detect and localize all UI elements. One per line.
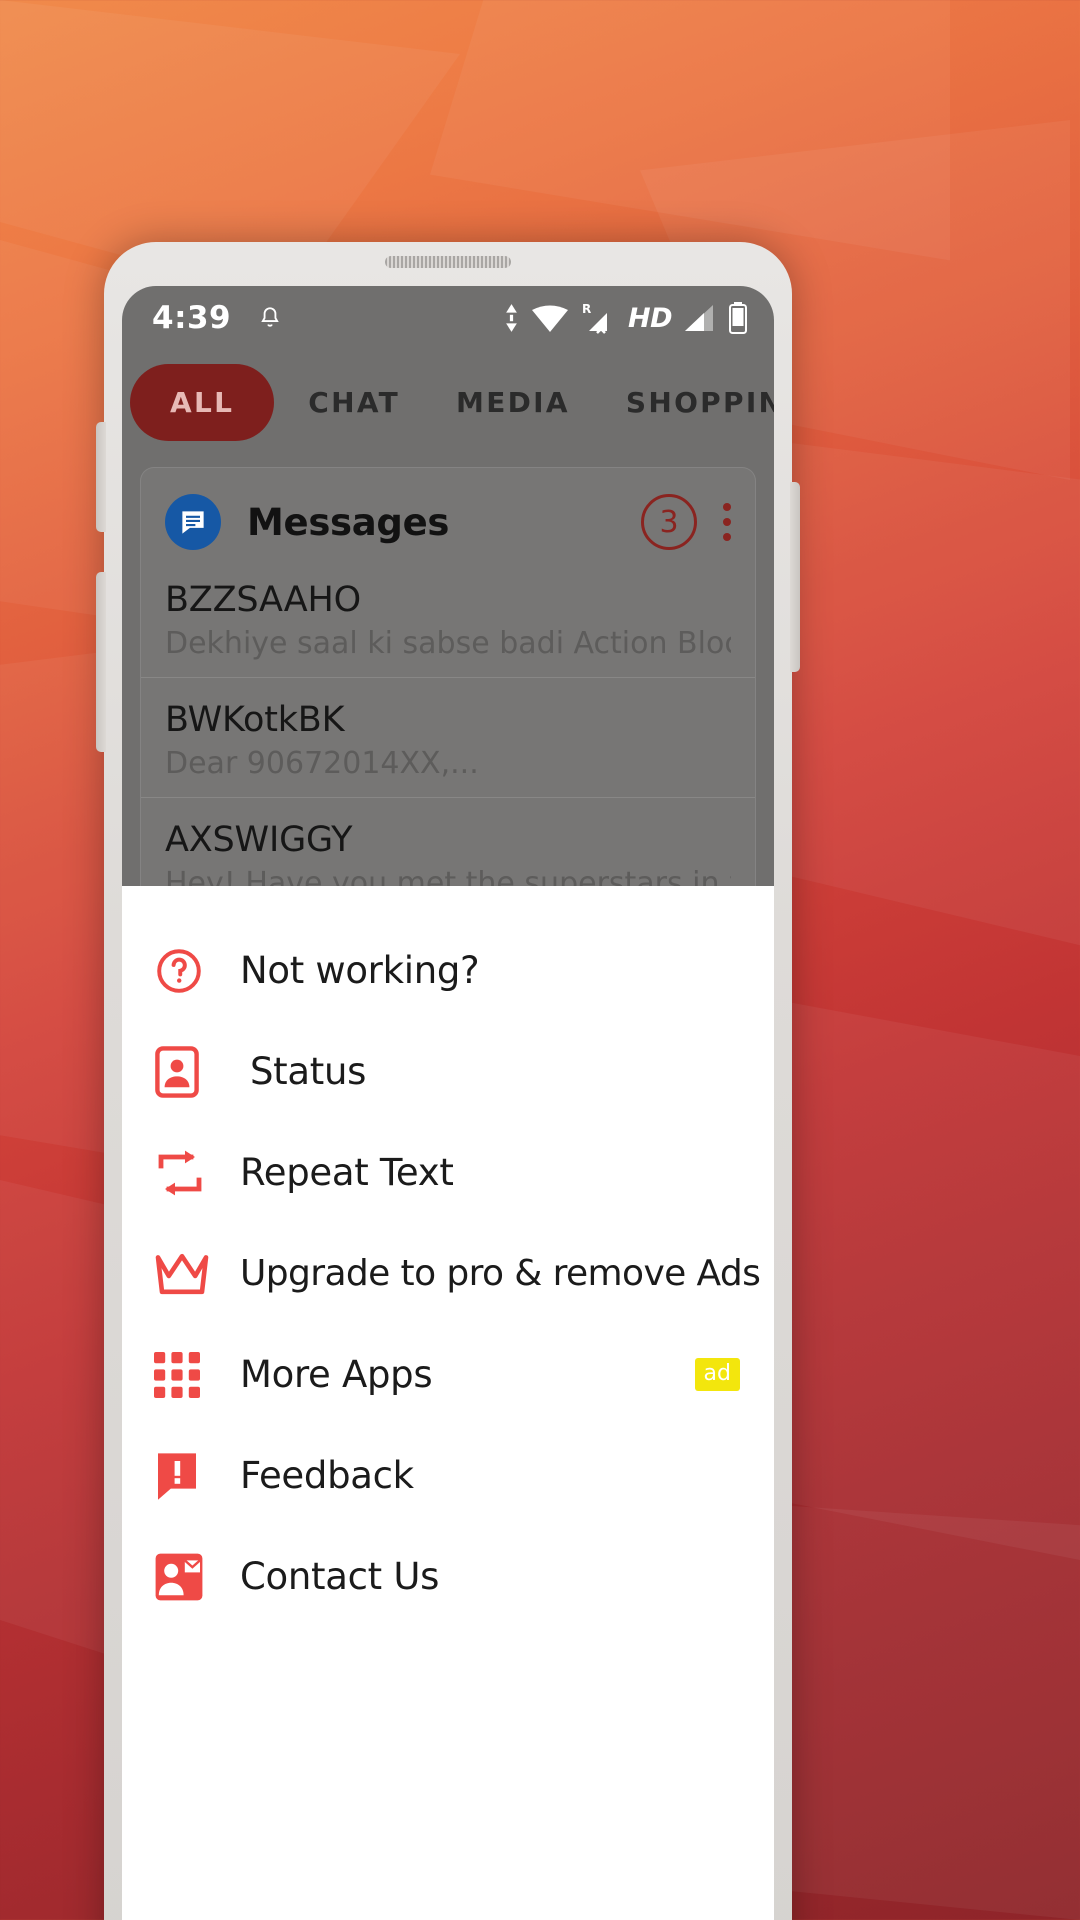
message-preview: Dekhiye saal ki sabse badi Action Blockb… <box>165 626 731 661</box>
message-preview: Dear 90672014XX,... <box>165 746 479 781</box>
menu-item-upgrade-pro[interactable]: Upgrade to pro & remove Ads <box>122 1223 774 1324</box>
contact-us-icon <box>154 1552 216 1602</box>
data-transfer-arrows-icon <box>504 303 519 333</box>
menu-item-feedback[interactable]: Feedback <box>122 1425 774 1526</box>
message-sender: AXSWIGGY <box>165 820 353 860</box>
menu-item-label: Repeat Text <box>240 1151 454 1194</box>
battery-icon <box>728 302 748 334</box>
menu-item-label: Not working? <box>240 949 480 992</box>
notification-bell-icon <box>257 304 283 332</box>
menu-item-label: Contact Us <box>240 1555 440 1598</box>
cellular-signal-icon <box>683 303 717 333</box>
earpiece-speaker <box>385 256 511 268</box>
phone-screen: 4:39 R HD ALL CHAT MEDIA SHOPPIN Message… <box>122 286 774 1920</box>
menu-item-label: Feedback <box>240 1454 414 1497</box>
menu-item-status[interactable]: Status <box>122 1021 774 1122</box>
status-bar-clock: 4:39 <box>152 300 232 336</box>
grid-apps-icon <box>154 1351 216 1398</box>
unread-count-badge: 3 <box>641 494 697 550</box>
menu-item-label: Upgrade to pro & remove Ads <box>240 1253 761 1294</box>
status-bar: 4:39 R HD <box>122 286 774 350</box>
messages-card-header: Messages 3 <box>141 468 755 570</box>
message-sender: BZZSAAHO <box>165 580 361 620</box>
crown-icon <box>154 1251 216 1297</box>
menu-item-not-working[interactable]: Not working? <box>122 920 774 1021</box>
messages-card[interactable]: Messages 3 BZZSAAHO Dekhiye saal ki sabs… <box>140 467 756 926</box>
wifi-icon <box>530 303 570 333</box>
repeat-arrows-icon <box>154 1149 216 1197</box>
message-sender: BWKotkBK <box>165 700 345 740</box>
message-list-item[interactable]: BWKotkBK Dear 90672014XX,... <box>141 677 755 797</box>
volume-up-button[interactable] <box>96 422 106 532</box>
hd-voice-icon: HD <box>627 302 673 334</box>
volume-down-button[interactable] <box>96 572 106 752</box>
message-list-item[interactable]: BZZSAAHO Dekhiye saal ki sabse badi Acti… <box>141 570 755 677</box>
contact-status-icon <box>154 1045 216 1098</box>
tab-shopping[interactable]: SHOPPING <box>598 386 774 419</box>
category-tab-bar[interactable]: ALL CHAT MEDIA SHOPPING FO <box>122 350 774 459</box>
bottom-sheet-menu: Not working? Status Repeat Text Upgrade … <box>122 886 774 1920</box>
kebab-menu-icon[interactable] <box>723 503 731 541</box>
menu-item-label: Status <box>250 1050 367 1093</box>
tab-all[interactable]: ALL <box>130 364 275 441</box>
ad-badge: ad <box>694 1358 740 1391</box>
phone-device-frame: 4:39 R HD ALL CHAT MEDIA SHOPPIN Message… <box>96 242 800 1920</box>
messages-app-icon <box>165 494 221 550</box>
tab-media[interactable]: MEDIA <box>428 386 598 419</box>
feedback-speech-bubble-icon <box>154 1451 216 1501</box>
messages-card-title: Messages <box>247 500 450 544</box>
svg-text:R: R <box>582 302 591 316</box>
menu-item-repeat-text[interactable]: Repeat Text <box>122 1122 774 1223</box>
menu-item-more-apps[interactable]: More Apps ad <box>122 1324 774 1425</box>
power-button[interactable] <box>790 482 800 672</box>
roaming-signal-off-icon: R <box>581 302 617 334</box>
tab-chat[interactable]: CHAT <box>280 386 428 419</box>
help-question-circle-icon <box>154 946 216 996</box>
menu-item-contact-us[interactable]: Contact Us <box>122 1526 774 1627</box>
menu-item-label: More Apps <box>240 1353 433 1396</box>
